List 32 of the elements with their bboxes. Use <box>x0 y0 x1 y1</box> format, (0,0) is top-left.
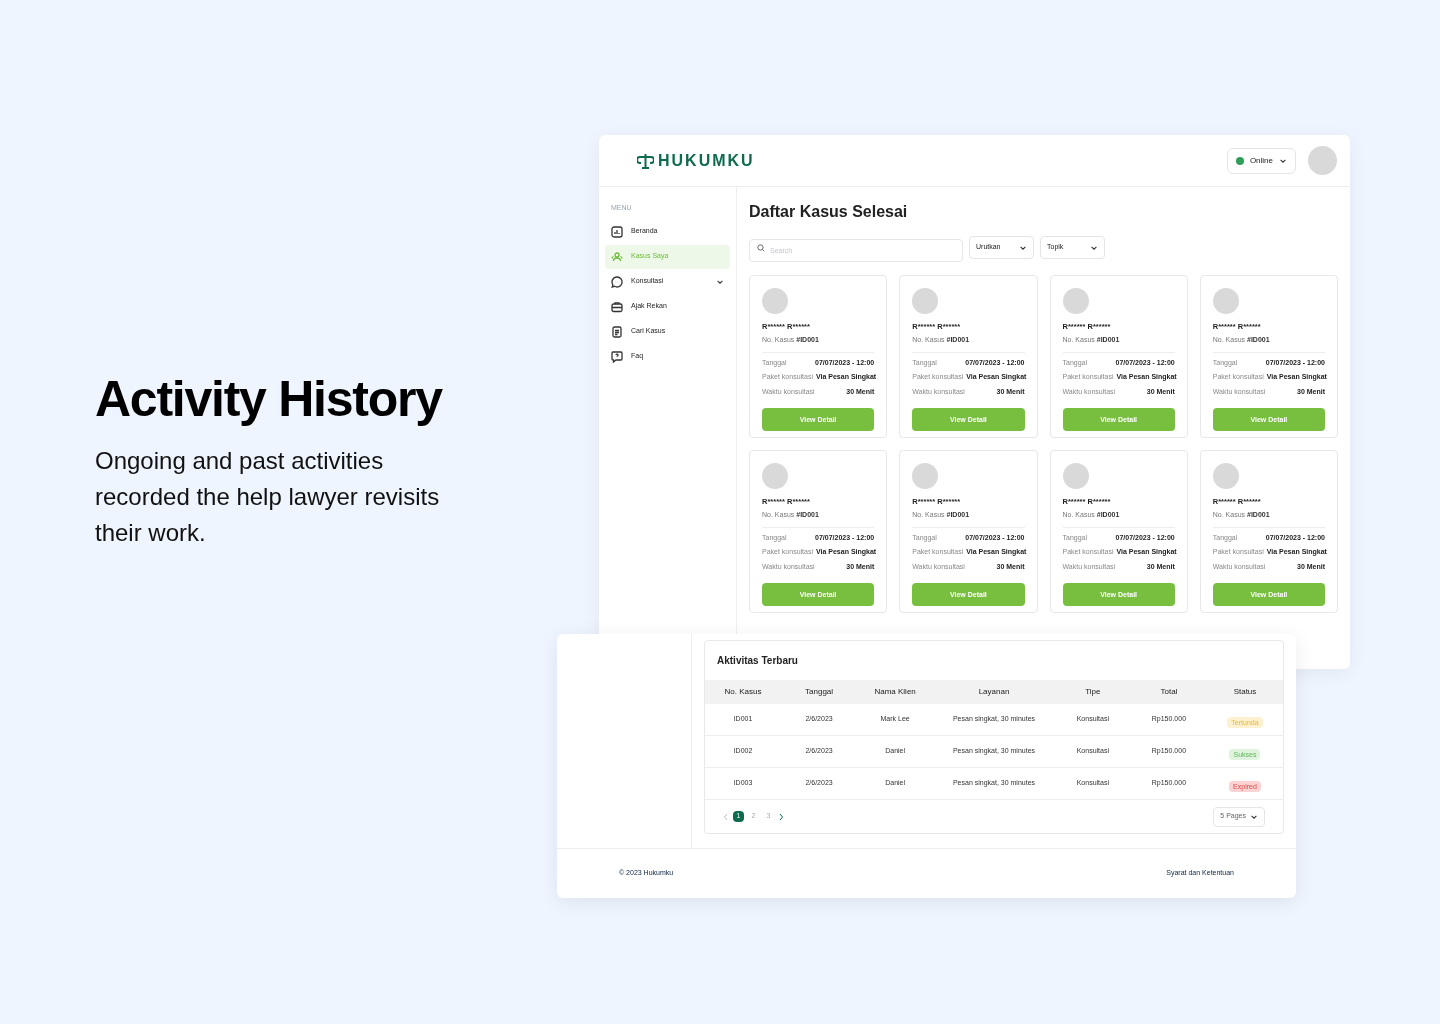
page-title: Daftar Kasus Selesai <box>749 202 909 222</box>
avatar <box>1062 288 1089 314</box>
avatar <box>762 288 788 314</box>
logo-text: HUKUMKU <box>658 150 755 171</box>
previous-page-icon[interactable] <box>723 812 729 821</box>
avatar[interactable] <box>1308 146 1337 175</box>
next-page-icon[interactable] <box>778 812 784 821</box>
scales-logo-icon <box>637 152 654 169</box>
column-header: Tanggal <box>804 686 835 698</box>
avatar <box>1212 288 1239 314</box>
avatar <box>1062 463 1089 489</box>
column-header: No. Kasus <box>723 686 763 698</box>
briefcase-icon <box>611 300 623 313</box>
help-icon <box>611 350 623 363</box>
hero-title: Activity History <box>95 370 444 429</box>
status-dropdown[interactable]: Online <box>1226 147 1296 174</box>
activity-title: Aktivitas Terbaru <box>716 654 799 668</box>
column-header: Total <box>1159 686 1179 698</box>
chart-icon <box>611 225 623 238</box>
avatar <box>762 463 788 489</box>
column-header: Nama Klien <box>873 686 917 698</box>
chat-icon <box>611 275 623 288</box>
avatar <box>1212 463 1239 489</box>
avatar <box>912 463 939 489</box>
column-header: Layanan <box>977 686 1011 698</box>
column-header: Status <box>1232 686 1258 698</box>
search-icon <box>757 243 765 252</box>
column-header: Tipe <box>1084 686 1102 698</box>
avatar <box>912 288 939 314</box>
hero-description: Ongoing and past activities recorded the help lawyer revisits their work. <box>95 445 441 548</box>
users-icon <box>611 250 623 263</box>
document-icon <box>611 325 623 338</box>
